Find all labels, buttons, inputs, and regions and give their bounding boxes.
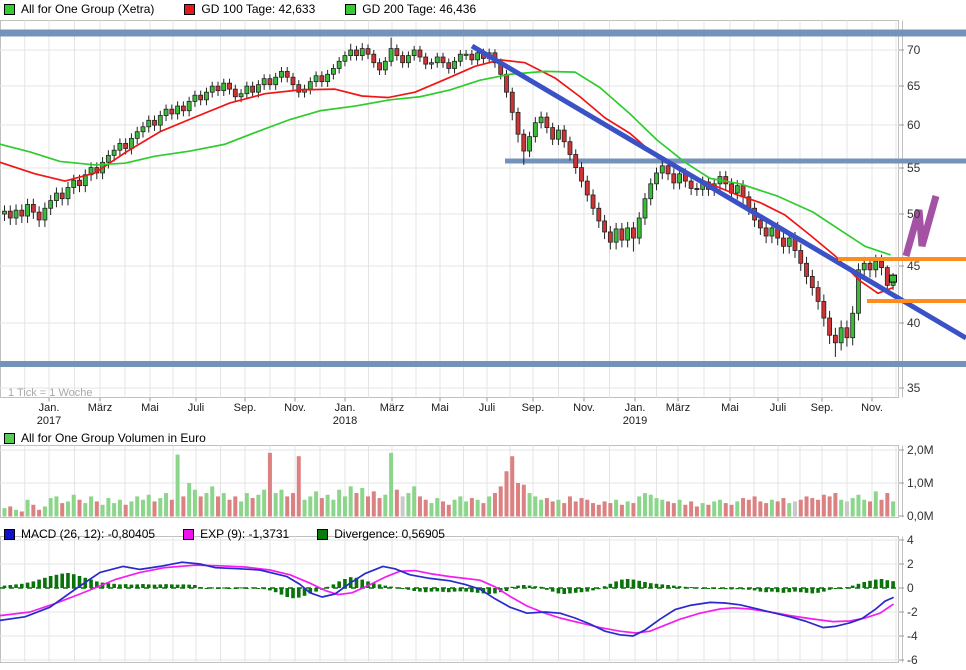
svg-text:März: März xyxy=(666,402,690,414)
legend-label: EXP (9): -1,3731 xyxy=(200,527,289,541)
svg-text:Mai: Mai xyxy=(141,402,159,414)
svg-text:Nov.: Nov. xyxy=(284,402,306,414)
legend-item-macd: MACD (26, 12): -0,80405 xyxy=(4,527,155,541)
legend-item-volume: All for One Group Volumen in Euro xyxy=(4,431,206,445)
svg-text:März: März xyxy=(88,402,112,414)
svg-text:2,0M: 2,0M xyxy=(907,443,934,457)
svg-text:2017: 2017 xyxy=(37,415,61,427)
legend-label: All for One Group (Xetra) xyxy=(21,2,154,16)
stock-chart-window: 70 65 60 55 50 45 40 35 2,0M 1,0M 0,0M 4 2 0 -2 -4 -6 Jan… xyxy=(0,0,966,670)
svg-text:Nov.: Nov. xyxy=(861,402,883,414)
series-swatch-icon xyxy=(4,529,15,540)
svg-text:Mai: Mai xyxy=(431,402,449,414)
legend-label: GD 100 Tage: 42,633 xyxy=(201,2,315,16)
svg-text:0: 0 xyxy=(907,581,914,595)
series-swatch-icon xyxy=(4,433,15,444)
svg-text:55: 55 xyxy=(907,161,921,175)
svg-text:Juli: Juli xyxy=(479,402,496,414)
series-swatch-icon xyxy=(317,529,328,540)
svg-text:45: 45 xyxy=(907,259,921,273)
svg-text:2: 2 xyxy=(907,557,914,571)
legend-label: Divergence: 0,56905 xyxy=(334,527,445,541)
svg-text:März: März xyxy=(380,402,404,414)
svg-text:Juli: Juli xyxy=(188,402,205,414)
series-swatch-icon xyxy=(184,4,195,15)
svg-text:Jan.: Jan. xyxy=(335,402,356,414)
svg-text:Juli: Juli xyxy=(770,402,787,414)
svg-text:-4: -4 xyxy=(907,629,918,643)
svg-text:Jan.: Jan. xyxy=(39,402,60,414)
svg-text:65: 65 xyxy=(907,79,921,93)
tick-interval-note: 1 Tick = 1 Woche xyxy=(8,387,92,399)
svg-text:Nov.: Nov. xyxy=(573,402,595,414)
legend-item-gd100: GD 100 Tage: 42,633 xyxy=(184,2,315,16)
svg-text:35: 35 xyxy=(907,381,921,395)
svg-text:Mai: Mai xyxy=(721,402,739,414)
svg-text:2019: 2019 xyxy=(623,415,647,427)
svg-text:-2: -2 xyxy=(907,605,918,619)
svg-text:2018: 2018 xyxy=(333,415,357,427)
svg-text:Sep.: Sep. xyxy=(234,402,257,414)
legend-item-exp: EXP (9): -1,3731 xyxy=(183,527,289,541)
legend-item-price-series: All for One Group (Xetra) xyxy=(4,2,154,16)
svg-text:Sep.: Sep. xyxy=(811,402,834,414)
series-swatch-icon xyxy=(4,4,15,15)
legend-label: GD 200 Tage: 46,436 xyxy=(362,2,476,16)
legend-item-divergence: Divergence: 0,56905 xyxy=(317,527,445,541)
series-swatch-icon xyxy=(345,4,356,15)
svg-text:Sep.: Sep. xyxy=(522,402,545,414)
main-chart-legend: All for One Group (Xetra) GD 100 Tage: 4… xyxy=(4,2,490,16)
series-swatch-icon xyxy=(183,529,194,540)
legend-item-gd200: GD 200 Tage: 46,436 xyxy=(345,2,476,16)
svg-text:70: 70 xyxy=(907,43,921,57)
legend-label: MACD (26, 12): -0,80405 xyxy=(21,527,155,541)
chart-canvas: 70 65 60 55 50 45 40 35 2,0M 1,0M 0,0M 4 2 0 -2 -4 -6 Jan… xyxy=(0,0,966,670)
svg-text:1,0M: 1,0M xyxy=(907,476,934,490)
macd-legend: MACD (26, 12): -0,80405 EXP (9): -1,3731… xyxy=(4,527,473,541)
svg-text:4: 4 xyxy=(907,533,914,547)
svg-text:40: 40 xyxy=(907,316,921,330)
svg-text:0,0M: 0,0M xyxy=(907,509,934,523)
svg-text:Jan.: Jan. xyxy=(625,402,646,414)
svg-text:60: 60 xyxy=(907,118,921,132)
legend-label: All for One Group Volumen in Euro xyxy=(21,431,206,445)
svg-text:50: 50 xyxy=(907,207,921,221)
svg-text:-6: -6 xyxy=(907,653,918,667)
volume-legend: All for One Group Volumen in Euro xyxy=(4,431,206,445)
